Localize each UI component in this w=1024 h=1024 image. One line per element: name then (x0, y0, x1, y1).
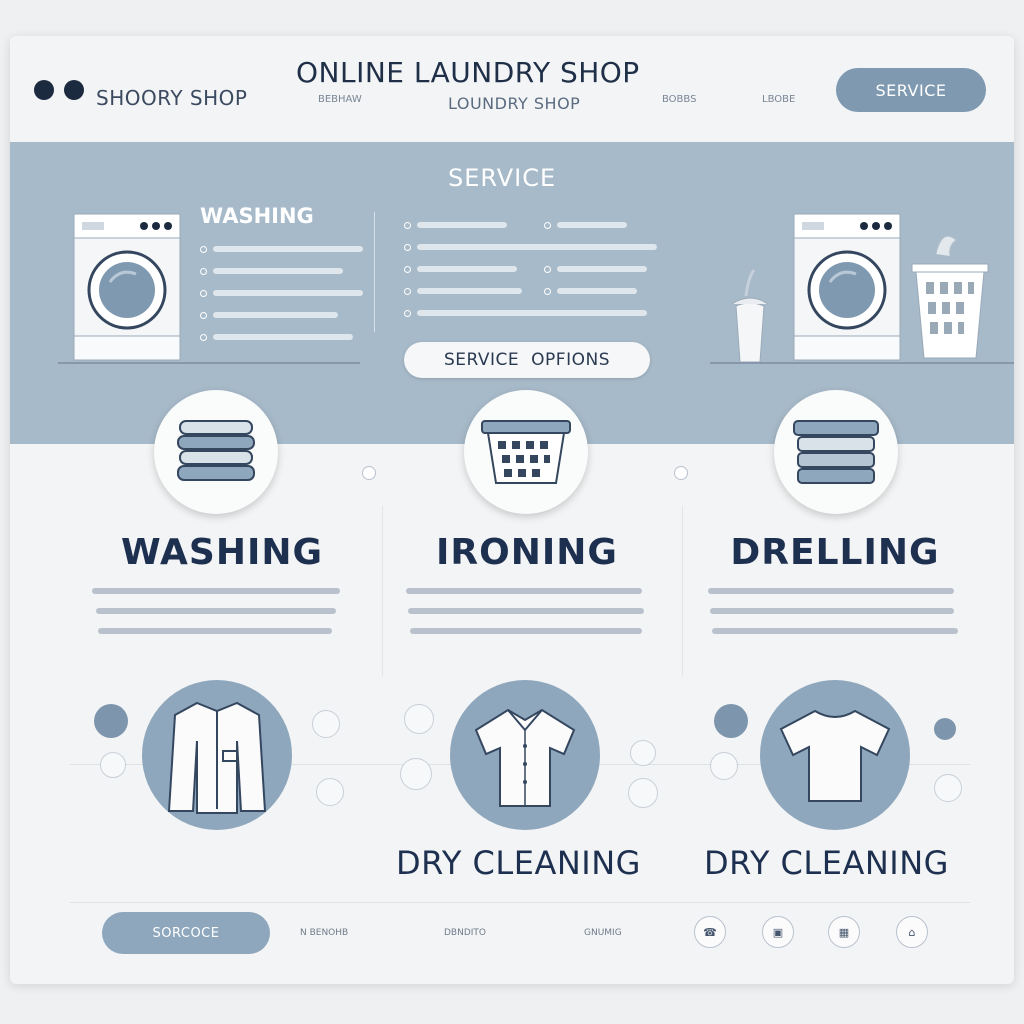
nav-link-1[interactable]: BEBHAW (318, 94, 362, 105)
bubble-icon (400, 758, 432, 790)
bubble-icon (316, 778, 344, 806)
bubble-icon (630, 740, 656, 766)
window-dots (34, 80, 84, 100)
slider-dot[interactable] (362, 466, 376, 480)
service-title-drelling: DRELLING (730, 532, 940, 573)
laundry-page: SHOORY SHOP ONLINE LAUNDRY SHOP BEBHAW L… (10, 36, 1014, 984)
column-divider (682, 506, 683, 676)
laundry-basket-icon (481, 420, 571, 484)
shirt-circle[interactable] (450, 680, 600, 830)
bubble-icon (628, 778, 658, 808)
pill-word-2: OPFIONS (531, 350, 610, 370)
washing-machine-icon (793, 213, 901, 361)
footer-link-1[interactable]: N BENOHB (300, 928, 348, 938)
band-divider (374, 212, 375, 332)
footer-button[interactable]: SORCOCE (102, 912, 270, 954)
bubble-icon (710, 752, 738, 780)
band-title: SERVICE (448, 164, 557, 192)
bubble-icon (100, 752, 126, 778)
bubble-icon (94, 704, 128, 738)
shelf-line (58, 362, 360, 364)
footer-link-3[interactable]: GNUMIG (584, 928, 622, 938)
jacket-icon (167, 701, 267, 814)
washing-list (200, 238, 363, 348)
dot-icon (64, 80, 84, 100)
washing-description (92, 588, 340, 634)
nav-link-2[interactable]: BOBBS (662, 94, 696, 105)
slider-dot[interactable] (674, 466, 688, 480)
drelling-icon-circle[interactable] (774, 390, 898, 514)
service-button[interactable]: SERVICE (836, 68, 986, 112)
tshirt-icon (779, 709, 891, 802)
calendar-icon[interactable]: ▦ (828, 916, 860, 948)
nav-link-3[interactable]: LBOBE (762, 94, 795, 105)
dot-icon (34, 80, 54, 100)
stacked-clothes-icon (793, 420, 879, 484)
shirt-icon (474, 708, 576, 807)
ironing-description (406, 588, 644, 634)
jacket-circle[interactable] (142, 680, 292, 830)
folded-towels-icon (177, 420, 255, 481)
drelling-description (708, 588, 958, 634)
footer-divider (70, 902, 970, 903)
bag-icon[interactable]: ▣ (762, 916, 794, 948)
service-title-ironing: IRONING (436, 532, 618, 573)
site-title: ONLINE LAUNDRY SHOP (296, 56, 640, 89)
pill-word-1: SERVICE (444, 350, 520, 370)
bubble-icon (404, 704, 434, 734)
shelf-line (710, 362, 1014, 364)
footer-link-2[interactable]: DBNDITO (444, 928, 486, 938)
dry-cleaning-label-2: DRY CLEANING (704, 844, 949, 882)
phone-icon[interactable]: ☎ (694, 916, 726, 948)
ironing-icon-circle[interactable] (464, 390, 588, 514)
bubble-icon (934, 774, 962, 802)
washing-icon-circle[interactable] (154, 390, 278, 514)
washing-machine-icon (73, 213, 181, 361)
service-list-right (544, 214, 647, 302)
tshirt-circle[interactable] (760, 680, 910, 830)
bubble-icon (312, 710, 340, 738)
dry-cleaning-label-1: DRY CLEANING (396, 844, 641, 882)
bubble-icon (714, 704, 748, 738)
service-options-pill[interactable]: SERVICE OPFIONS (404, 342, 650, 378)
laundry-basket-icon (911, 235, 989, 359)
home-icon[interactable]: ⌂ (896, 916, 928, 948)
service-title-washing: WASHING (120, 532, 324, 573)
detergent-icon (731, 269, 769, 362)
bubble-icon (934, 718, 956, 740)
column-divider (382, 506, 383, 676)
nav-subtitle[interactable]: LOUNDRY SHOP (448, 94, 580, 113)
brand-name: SHOORY SHOP (96, 86, 248, 110)
band-washing-label: WASHING (200, 204, 314, 228)
